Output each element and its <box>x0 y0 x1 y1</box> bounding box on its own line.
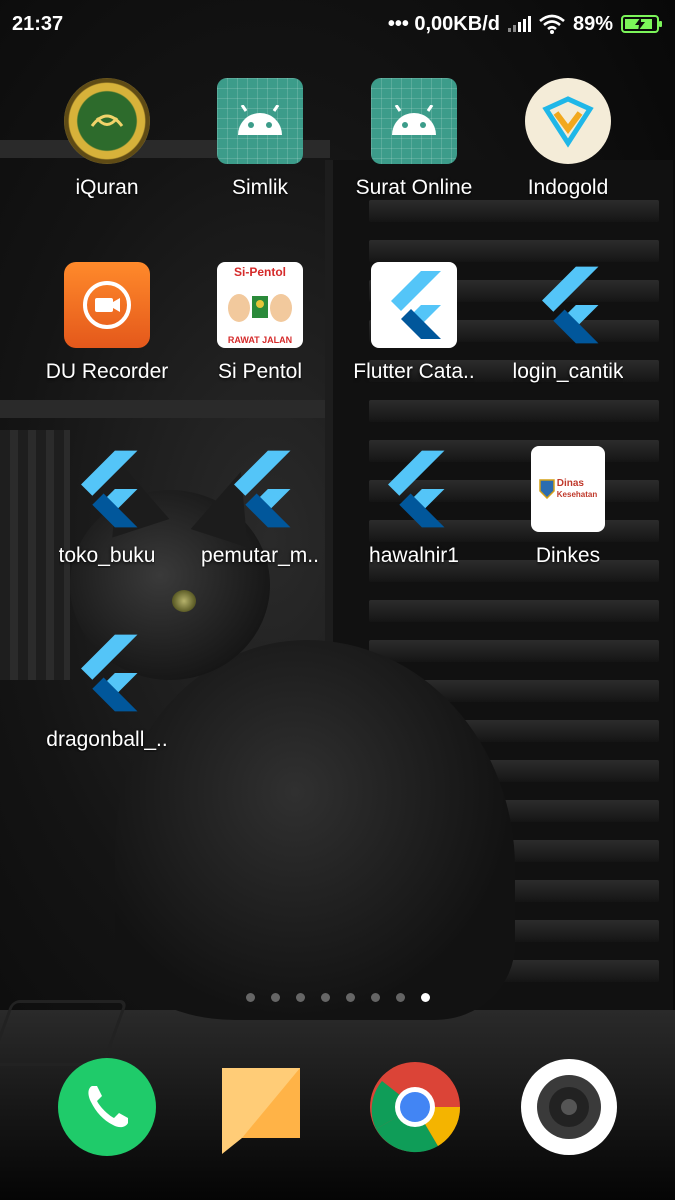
dock-camera[interactable] <box>520 1058 618 1156</box>
app-login-cantik[interactable]: login_cantik <box>493 262 643 384</box>
app-toko-buku[interactable]: toko_buku <box>32 446 182 568</box>
page-dot[interactable] <box>320 993 330 1002</box>
app-du-recorder[interactable]: DU Recorder <box>32 262 182 384</box>
app-dinkes[interactable]: Dinas Kesehatan Dinkes <box>493 446 643 568</box>
wifi-icon <box>539 14 565 34</box>
flutter-icon <box>64 630 150 716</box>
flutter-icon <box>371 446 457 532</box>
status-indicators: ••• 0,00KB/d 89% <box>387 12 662 36</box>
status-bar: 21:37 ••• 0,00KB/d 89% <box>0 0 675 48</box>
messages-icon <box>222 1068 300 1154</box>
app-label: login_cantik <box>512 360 624 383</box>
app-label: Indogold <box>527 176 609 199</box>
app-label: pemutar_m.. <box>201 544 319 567</box>
cat-eye <box>172 590 196 612</box>
app-dragonball[interactable]: dragonball_.. <box>32 630 182 752</box>
shelf <box>0 400 330 418</box>
app-simlik[interactable]: Simlik <box>185 78 335 200</box>
battery-charging-icon <box>621 15 662 33</box>
clock: 21:37 <box>12 12 64 35</box>
app-label: hawalnir1 <box>369 544 459 567</box>
flutter-icon <box>371 262 457 348</box>
app-si-pentol[interactable]: Si-Pentol RAWAT JALAN Si Pentol <box>185 262 335 384</box>
battery-percent: 89% <box>572 12 613 35</box>
page-dot[interactable] <box>295 993 305 1002</box>
page-dot[interactable] <box>370 993 380 1002</box>
dock-chrome[interactable] <box>366 1058 464 1156</box>
network-speed: ••• 0,00KB/d <box>387 12 500 35</box>
app-label: dragonball_.. <box>46 728 168 751</box>
charging-bolt-icon <box>635 17 645 31</box>
camera-icon <box>521 1059 617 1155</box>
flutter-icon <box>217 446 303 532</box>
page-dot[interactable] <box>345 993 355 1002</box>
app-label: Dinkes <box>535 544 601 567</box>
logo-title: Si-Pentol <box>233 265 286 279</box>
dock-phone[interactable] <box>58 1058 156 1156</box>
flutter-icon <box>64 446 150 532</box>
app-label: Si Pentol <box>217 360 303 383</box>
flutter-icon <box>525 262 611 348</box>
phone-icon <box>58 1058 156 1156</box>
logo-title: Dinas <box>556 478 584 489</box>
page-dot[interactable] <box>395 993 405 1002</box>
app-pemutar-m[interactable]: pemutar_m.. <box>185 446 335 568</box>
si-pentol-icon: Si-Pentol RAWAT JALAN <box>217 262 303 348</box>
page-dot[interactable] <box>420 993 430 1002</box>
app-label: Simlik <box>232 176 288 199</box>
chrome-icon <box>370 1062 461 1153</box>
app-iquran[interactable]: iQuran <box>32 78 182 200</box>
app-hawalnir1[interactable]: hawalnir1 <box>339 446 489 568</box>
app-label: iQuran <box>75 176 139 199</box>
app-indogold[interactable]: Indogold <box>493 78 643 200</box>
dock-messages[interactable] <box>212 1058 310 1156</box>
indogold-icon <box>525 78 611 164</box>
android-icon <box>217 78 303 164</box>
logo-caption: RAWAT JALAN <box>227 335 293 345</box>
app-label: Surat Online <box>355 176 473 199</box>
app-label: toko_buku <box>58 544 156 567</box>
signal-icon <box>507 16 531 32</box>
dinkes-icon: Dinas Kesehatan <box>531 446 605 532</box>
recorder-icon <box>64 262 150 348</box>
app-label: DU Recorder <box>45 360 169 383</box>
page-indicator[interactable] <box>0 993 675 1002</box>
page-dot[interactable] <box>245 993 255 1002</box>
logo-subtitle: Kesehatan <box>556 490 598 499</box>
android-icon <box>371 78 457 164</box>
app-flutter-catalog[interactable]: Flutter Cata.. <box>339 262 489 384</box>
app-surat-online[interactable]: Surat Online <box>339 78 489 200</box>
app-label: Flutter Cata.. <box>353 360 475 383</box>
page-dot[interactable] <box>270 993 280 1002</box>
quran-icon <box>64 78 150 164</box>
